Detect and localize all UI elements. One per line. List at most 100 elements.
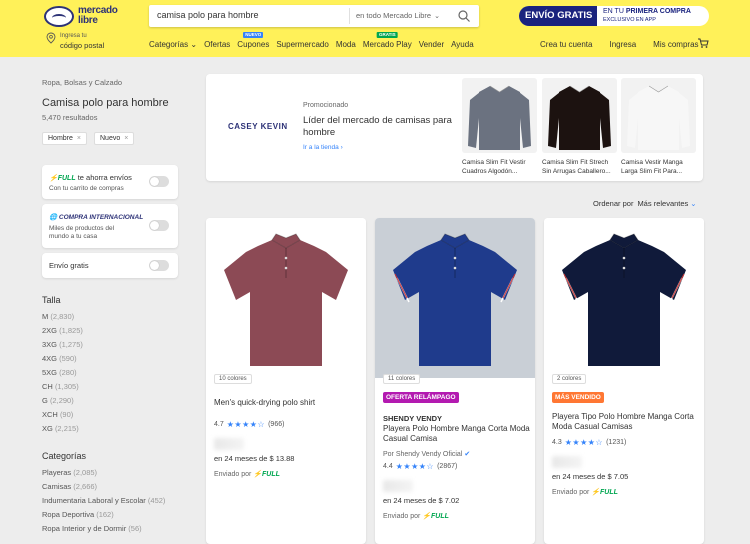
product-title[interactable]: Playera Polo Hombre Manga Corta Moda Cas… xyxy=(383,424,531,444)
filter-chip-nuevo[interactable]: Nuevo × xyxy=(94,132,135,145)
brand-product-card[interactable]: Camisa Vestir Manga Larga Slim Fit Para.… xyxy=(621,78,696,176)
category-filter-item[interactable]: Indumentaria Laboral y Escolar (452) xyxy=(42,494,165,508)
product-image[interactable] xyxy=(462,78,537,153)
international-filter-toggle[interactable] xyxy=(149,220,169,231)
nav-item-6[interactable]: Vender xyxy=(419,40,444,52)
full-filter-toggle[interactable] xyxy=(149,176,169,187)
postal-code-link[interactable]: Ingresa tu código postal xyxy=(46,31,126,51)
product-image[interactable] xyxy=(544,218,704,378)
nav-item-0[interactable]: Categorías ⌄ xyxy=(149,40,197,52)
sort-dropdown[interactable]: Ordenar por Más relevantes ⌄ xyxy=(593,199,697,208)
go-to-store-link[interactable]: Ir a la tienda › xyxy=(303,144,343,151)
category-filter-name: Camisas xyxy=(42,482,72,491)
size-filter-item[interactable]: 4XG (590) xyxy=(42,352,83,366)
nav-item-5[interactable]: Mercado Play GRATIS xyxy=(362,32,412,52)
brand-logo[interactable]: CASEY KEVIN xyxy=(228,122,288,131)
product-image[interactable] xyxy=(542,78,617,153)
globe-icon: 🌐 COMPRA INTERNACIONAL xyxy=(49,214,144,221)
size-filter-count: (1,275) xyxy=(59,340,83,349)
size-filter-item[interactable]: G (2,290) xyxy=(42,394,83,408)
login-link[interactable]: Ingresa xyxy=(609,40,636,49)
full-badge-icon: ⚡FULL xyxy=(49,175,76,182)
free-shipping-promo-banner[interactable]: ENVÍO GRATIS EN TU PRIMERA COMPRA EXCLUS… xyxy=(519,6,709,26)
size-filter-count: (1,825) xyxy=(59,326,83,335)
product-title[interactable]: Men's quick-drying polo shirt xyxy=(214,398,362,408)
shipping-label: Enviado por xyxy=(214,471,252,478)
size-filter-item[interactable]: XCH (90) xyxy=(42,408,83,422)
create-account-link[interactable]: Crea tu cuenta xyxy=(540,40,592,49)
full-badge-icon: ⚡FULL xyxy=(591,489,618,496)
intl-subtext: Miles de productos del xyxy=(49,225,115,232)
promo-line1-bold: PRIMERA COMPRA xyxy=(625,8,691,15)
free-shipping-filter[interactable]: Envío gratis xyxy=(42,253,178,278)
size-filter-name: G xyxy=(42,396,48,405)
applied-filters: Hombre × Nuevo × xyxy=(42,132,135,145)
close-icon[interactable]: × xyxy=(77,135,81,142)
search-icon[interactable] xyxy=(457,9,471,23)
size-filter-item[interactable]: CH (1,305) xyxy=(42,380,83,394)
category-filter-item[interactable]: Playeras (2,085) xyxy=(42,466,165,480)
chip-label: Hombre xyxy=(48,135,73,142)
close-icon[interactable]: × xyxy=(124,135,128,142)
product-card[interactable]: 2 colores MÁS VENDIDO Playera Tipo Polo Ho… xyxy=(544,218,704,544)
size-filter-item[interactable]: XG (2,215) xyxy=(42,422,83,436)
installments-text: en 24 meses de $ 7.05 xyxy=(552,472,629,481)
offer-badge: MÁS VENDIDO xyxy=(552,392,604,403)
size-filter-item[interactable]: 3XG (1,275) xyxy=(42,338,83,352)
free-shipping-toggle[interactable] xyxy=(149,260,169,271)
price-blurred xyxy=(552,456,582,468)
promo-line1: EN TU xyxy=(603,8,626,15)
size-filter-name: XG xyxy=(42,424,53,433)
free-shipping-label: Envío gratis xyxy=(49,261,89,270)
size-filter-item[interactable]: 2XG (1,825) xyxy=(42,324,83,338)
search-scope-dropdown[interactable]: en todo Mercado Libre ⌄ xyxy=(349,8,449,24)
product-image[interactable] xyxy=(375,218,535,378)
brand-product-card[interactable]: Camisa Slim Fit Strech Sin Arrugas Cabal… xyxy=(542,78,617,176)
size-filter-item[interactable]: M (2,830) xyxy=(42,310,83,324)
product-image[interactable] xyxy=(206,218,366,378)
color-count-tag: 10 colores xyxy=(214,374,252,384)
category-filter-item[interactable]: Camisas (2,666) xyxy=(42,480,165,494)
category-filter-item[interactable]: Ropa Interior y de Dormir (56) xyxy=(42,522,165,536)
my-purchases-link[interactable]: Mis compras xyxy=(653,40,698,49)
size-filter-count: (2,290) xyxy=(49,396,74,405)
account-links: Crea tu cuenta Ingresa Mis compras xyxy=(540,40,699,49)
nav-item-label: Cupones xyxy=(237,40,270,49)
cart-icon[interactable] xyxy=(697,37,709,49)
product-image[interactable] xyxy=(621,78,696,153)
installments-text: en 24 meses de $ 7.02 xyxy=(383,496,460,505)
category-filter-item[interactable]: Ropa Deportiva (162) xyxy=(42,508,165,522)
brand-product-title[interactable]: Camisa Slim Fit Vestir Cuadros Algodón..… xyxy=(462,158,537,176)
search-bar[interactable]: camisa polo para hombre en todo Mercado … xyxy=(149,5,479,27)
size-filter-count: (2,830) xyxy=(50,312,75,321)
brand-product-title[interactable]: Camisa Vestir Manga Larga Slim Fit Para.… xyxy=(621,158,696,176)
product-card[interactable]: 10 colores Men's quick-drying polo shirt 4… xyxy=(206,218,366,544)
international-filter[interactable]: 🌐 COMPRA INTERNACIONAL Miles de producto… xyxy=(42,204,178,248)
filter-chip-hombre[interactable]: Hombre × xyxy=(42,132,87,145)
brand-product-card[interactable]: Camisa Slim Fit Vestir Cuadros Algodón..… xyxy=(462,78,537,176)
nav-item-label: Mercado Play xyxy=(362,40,412,49)
mercado-libre-logo[interactable]: mercado libre xyxy=(44,5,124,29)
nav-item-2[interactable]: Cupones NUEVO xyxy=(237,32,270,52)
search-input[interactable]: camisa polo para hombre xyxy=(157,10,259,20)
size-filter-name: CH xyxy=(42,382,53,391)
seller-name[interactable]: Por Shendy Vendy Oficial ✔ xyxy=(383,450,470,458)
breadcrumb[interactable]: Ropa, Bolsas y Calzado xyxy=(42,78,122,87)
nav-item-7[interactable]: Ayuda xyxy=(451,40,474,52)
full-badge-icon: ⚡FULL xyxy=(422,513,449,520)
category-filter-name: Ropa Deportiva xyxy=(42,510,95,519)
product-title[interactable]: Playera Tipo Polo Hombre Manga Corta Mod… xyxy=(552,412,700,432)
nav-item-4[interactable]: Moda xyxy=(336,40,356,52)
size-filter-item[interactable]: 5XG (280) xyxy=(42,366,83,380)
brand-product-title[interactable]: Camisa Slim Fit Strech Sin Arrugas Cabal… xyxy=(542,158,617,176)
chevron-down-icon: ⌄ xyxy=(690,199,697,208)
nav-item-1[interactable]: Ofertas xyxy=(204,40,230,52)
nav-item-3[interactable]: Supermercado xyxy=(276,40,328,52)
rating-value: 4.7 xyxy=(214,421,224,428)
review-count: (966) xyxy=(268,421,285,428)
price-blurred xyxy=(214,438,244,450)
product-card[interactable]: 11 colores OFERTA RELÁMPAGO SHENDY VENDY Pl… xyxy=(375,218,535,544)
shipping-label: Enviado por xyxy=(383,513,421,520)
sponsored-brand-box[interactable]: CASEY KEVIN Promocionado Líder del merca… xyxy=(206,74,703,181)
full-shipping-filter[interactable]: ⚡FULL te ahorra envíos Con tu carrito de… xyxy=(42,165,178,199)
